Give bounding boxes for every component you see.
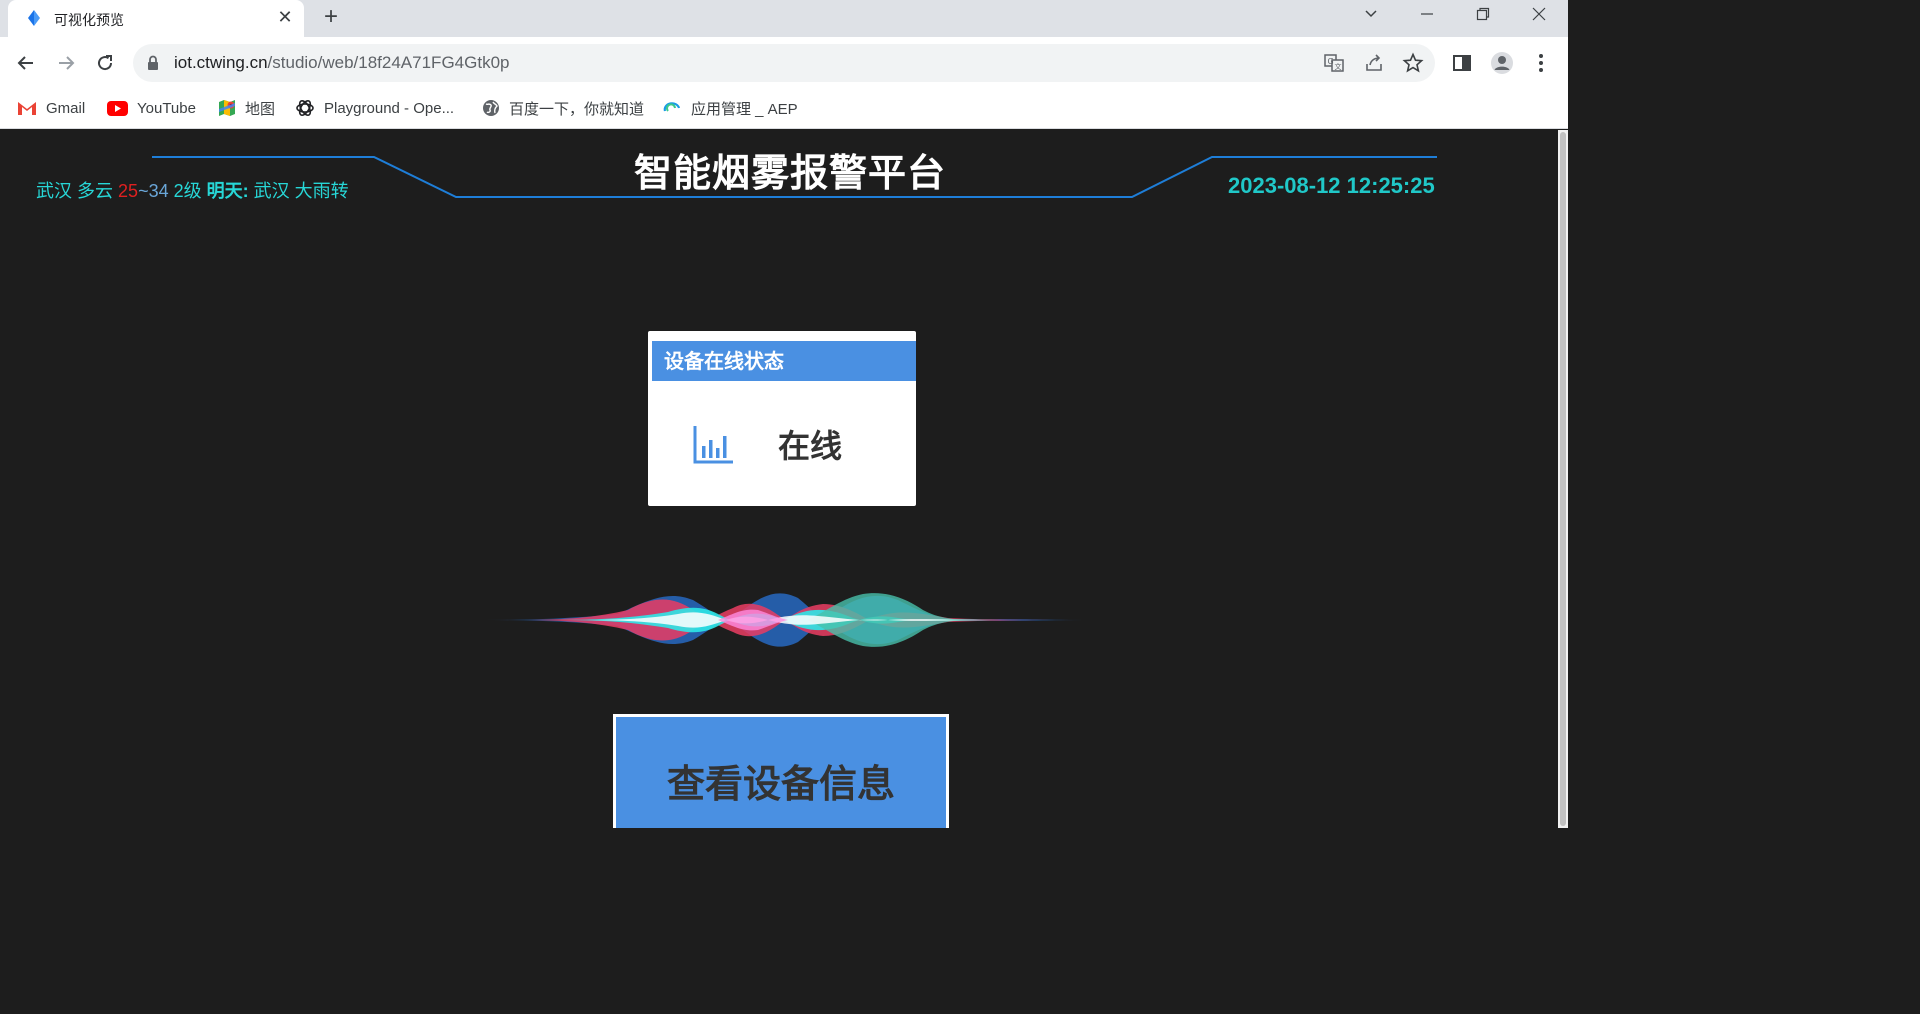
side-panel-icon[interactable] — [1450, 51, 1474, 75]
bookmark-label: YouTube — [137, 99, 196, 117]
youtube-icon — [107, 100, 128, 116]
bookmark-baidu[interactable]: 百度一下，你就知道 — [482, 97, 644, 119]
voice-waveform-graphic — [478, 593, 1090, 647]
close-icon — [1532, 7, 1546, 21]
bar-chart-icon — [693, 426, 733, 464]
svg-text:G: G — [1328, 57, 1334, 66]
datetime-display: 2023-08-12 12:25:25 — [1228, 173, 1435, 198]
maps-icon — [219, 100, 235, 116]
lock-icon — [148, 55, 158, 70]
dashboard-page: 武汉 多云 25~34 2级 明天: 武汉 大雨转 智能烟雾报警平台 2023-… — [0, 130, 1568, 828]
page-scrollbar[interactable] — [1558, 130, 1568, 828]
svg-text:文: 文 — [1335, 62, 1342, 71]
browser-toolbar: iot.ctwing.cn/studio/web/18f24A71FG4Gtk0… — [0, 37, 1568, 89]
aep-icon — [663, 102, 681, 112]
bookmark-playground[interactable]: Playground - Ope... — [295, 97, 454, 119]
weather-wind: 2级 — [173, 181, 202, 201]
view-device-info-button[interactable]: 查看设备信息 — [613, 714, 949, 828]
studio-logo-icon — [28, 10, 40, 26]
card-header: 设备在线状态 — [652, 341, 916, 381]
bookmark-label: 百度一下，你就知道 — [509, 100, 645, 118]
menu-dots-icon[interactable] — [1529, 51, 1553, 75]
globe-icon — [483, 100, 499, 116]
bookmark-star-icon[interactable] — [1402, 52, 1424, 74]
url-text[interactable]: iot.ctwing.cn/studio/web/18f24A71FG4Gtk0… — [174, 53, 509, 73]
forward-button[interactable] — [52, 49, 80, 77]
weather-temp-high: 34 — [148, 181, 169, 201]
minimize-icon — [1421, 13, 1433, 15]
card-title: 设备在线状态 — [664, 351, 784, 373]
address-bar[interactable]: iot.ctwing.cn/studio/web/18f24A71FG4Gtk0… — [133, 44, 1435, 82]
bookmark-label: Gmail — [46, 99, 86, 117]
url-host: iot.ctwing.cn — [174, 53, 268, 72]
weather-city: 武汉 — [36, 181, 72, 201]
openai-icon — [296, 99, 314, 117]
restore-button[interactable] — [1454, 0, 1510, 30]
gmail-icon — [18, 102, 36, 115]
bookmark-youtube[interactable]: YouTube — [107, 97, 196, 119]
weather-condition: 多云 — [77, 181, 114, 201]
weather-tomorrow-text: 武汉 大雨转 — [253, 181, 349, 201]
bookmark-gmail[interactable]: Gmail — [17, 97, 85, 119]
tab-strip: 可视化预览 ✕ + — [0, 0, 1568, 37]
minimize-button[interactable] — [1398, 0, 1454, 30]
arrow-right-icon — [59, 56, 75, 70]
weather-temp-low: 25 — [118, 181, 139, 201]
close-window-button[interactable] — [1510, 0, 1566, 30]
arrow-left-icon — [17, 56, 33, 70]
bookmark-label: 地图 — [245, 100, 276, 118]
bookmark-label: Playground - Ope... — [324, 99, 455, 117]
url-path: /studio/web/18f24A71FG4Gtk0p — [267, 53, 510, 72]
bookmark-maps[interactable]: 地图 — [218, 97, 275, 119]
active-tab[interactable]: 可视化预览 ✕ — [8, 0, 304, 37]
restore-icon — [1476, 7, 1490, 21]
back-button[interactable] — [12, 49, 40, 77]
tab-title: 可视化预览 — [54, 12, 124, 28]
share-icon[interactable] — [1363, 52, 1385, 74]
translate-icon[interactable]: G文 — [1323, 52, 1345, 74]
device-status-value: 在线 — [778, 428, 843, 464]
view-device-info-label: 查看设备信息 — [666, 764, 895, 806]
tab-search-button[interactable] — [1342, 0, 1398, 30]
chevron-down-icon — [1365, 10, 1377, 18]
bookmark-label: 应用管理 _ AEP — [691, 100, 798, 118]
bookmark-aep[interactable]: 应用管理 _ AEP — [662, 97, 798, 119]
device-status-card: 设备在线状态 在线 — [648, 331, 916, 506]
scrollbar-thumb[interactable] — [1560, 132, 1566, 826]
weather-ticker: 武汉 多云 25~34 2级 明天: 武汉 大雨转 — [36, 177, 358, 203]
reload-button[interactable] — [91, 49, 119, 77]
close-tab-button[interactable]: ✕ — [274, 6, 296, 28]
page-title: 智能烟雾报警平台 — [633, 153, 946, 195]
profile-avatar-icon[interactable] — [1490, 51, 1514, 75]
weather-temp-separator: ~ — [138, 181, 149, 201]
weather-tomorrow-label: 明天: — [206, 181, 249, 201]
new-tab-button[interactable]: + — [318, 4, 344, 30]
bookmarks-bar: Gmail YouTube 地图 Playground - Ope... 百度一… — [0, 89, 1568, 129]
reload-icon — [98, 55, 113, 71]
